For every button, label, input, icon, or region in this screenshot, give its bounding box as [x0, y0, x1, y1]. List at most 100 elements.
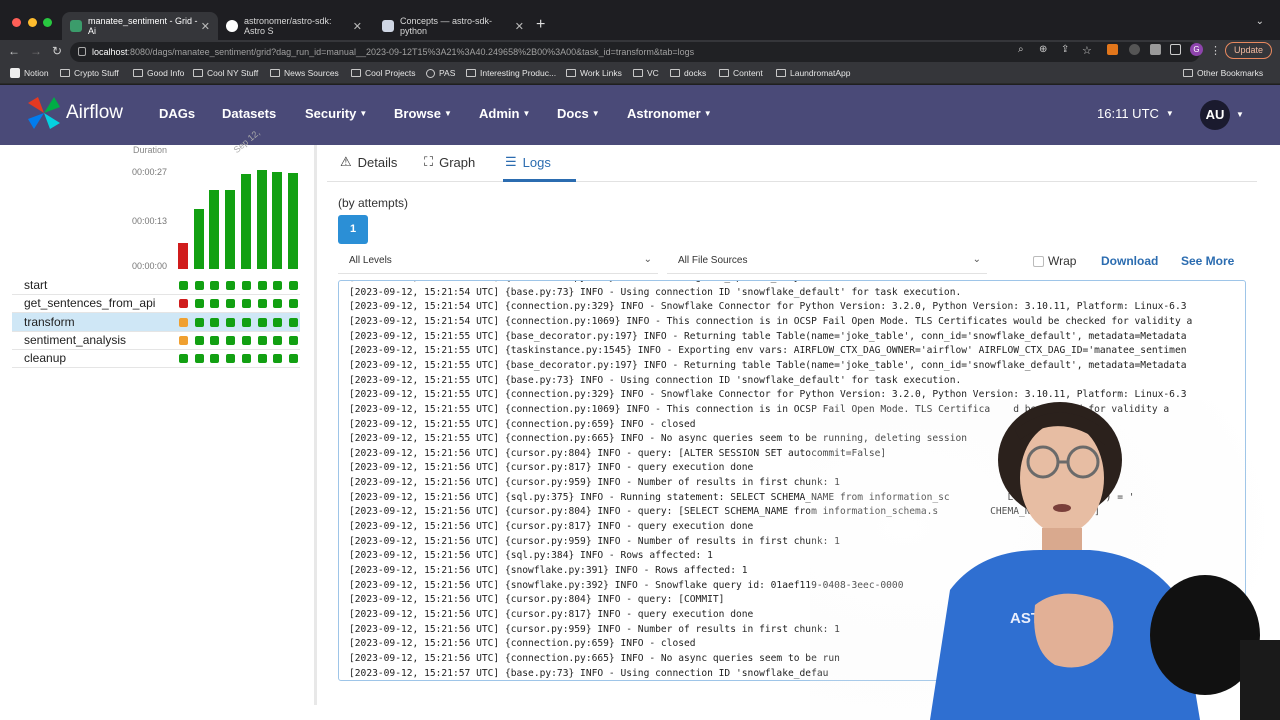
task-instance-square[interactable]: [209, 281, 219, 290]
see-more-button[interactable]: See More: [1181, 254, 1234, 268]
duration-bar[interactable]: [225, 190, 235, 269]
task-instance-square[interactable]: [225, 354, 235, 364]
tab-logs[interactable]: ☰ Logs: [505, 154, 551, 170]
close-window-button[interactable]: [12, 18, 21, 27]
task-row-transform[interactable]: transform: [12, 312, 300, 331]
task-name[interactable]: start: [24, 278, 47, 292]
task-instance-square[interactable]: [194, 354, 204, 364]
site-info-icon[interactable]: [78, 47, 86, 56]
task-instance-square[interactable]: [288, 281, 298, 290]
duration-bar[interactable]: [288, 173, 298, 269]
extension-icon[interactable]: [1129, 44, 1140, 55]
extensions-puzzle-icon[interactable]: [1150, 44, 1161, 55]
bookmark-folder[interactable]: Crypto Stuff: [60, 68, 119, 78]
task-instance-square[interactable]: [272, 281, 282, 290]
nav-datasets[interactable]: Datasets: [222, 106, 276, 121]
wrap-checkbox[interactable]: [1033, 256, 1044, 267]
duration-bar[interactable]: [209, 190, 219, 269]
task-instance-square[interactable]: [178, 299, 188, 309]
task-row-start[interactable]: start: [12, 276, 300, 294]
forward-icon[interactable]: →: [30, 44, 42, 58]
duration-bar[interactable]: [178, 243, 188, 269]
caret-down-icon[interactable]: ▼: [1236, 110, 1244, 119]
bookmark-folder[interactable]: Content: [719, 68, 763, 78]
task-instance-square[interactable]: [257, 299, 267, 309]
task-instance-square[interactable]: [194, 281, 204, 290]
close-tab-icon[interactable]: ✕: [201, 20, 210, 33]
task-instance-square[interactable]: [225, 335, 235, 345]
task-instance-square[interactable]: [225, 299, 235, 309]
task-instance-square[interactable]: [209, 317, 219, 327]
task-instance-square[interactable]: [272, 299, 282, 309]
task-instance-square[interactable]: [209, 299, 219, 309]
task-instance-square[interactable]: [241, 299, 251, 309]
file-source-select[interactable]: All File Sources ⌄: [667, 250, 987, 274]
task-instance-square[interactable]: [241, 317, 251, 327]
share-icon[interactable]: ⇪: [1061, 44, 1069, 55]
task-name[interactable]: sentiment_analysis: [24, 333, 126, 347]
task-name[interactable]: cleanup: [24, 351, 66, 365]
bookmark-folder[interactable]: Cool NY Stuff: [193, 68, 258, 78]
search-icon[interactable]: ⌕: [1018, 44, 1024, 55]
browser-tab-github[interactable]: astronomer/astro-sdk: Astro S ✕: [218, 12, 370, 40]
task-instance-square[interactable]: [194, 299, 204, 309]
timezone-dropdown[interactable]: 16:11 UTC ▼: [1097, 106, 1174, 121]
tab-search-chevron-icon[interactable]: ⌄: [1256, 16, 1264, 27]
tab-details[interactable]: ⚠ Details: [340, 154, 397, 170]
close-tab-icon[interactable]: ✕: [353, 20, 362, 33]
task-instance-square[interactable]: [225, 317, 235, 327]
maximize-window-button[interactable]: [43, 18, 52, 27]
task-instance-square[interactable]: [257, 335, 267, 345]
nav-dags[interactable]: DAGs: [159, 106, 195, 121]
browser-tab-docs[interactable]: Concepts — astro-sdk-python ✕: [374, 12, 532, 40]
tab-graph[interactable]: ⛶ Graph: [424, 154, 475, 170]
task-row-get-sentences-from-api[interactable]: get_sentences_from_api: [12, 294, 300, 312]
other-bookmarks[interactable]: Other Bookmarks: [1183, 68, 1263, 78]
attempt-button[interactable]: 1: [338, 215, 368, 244]
task-instance-square[interactable]: [194, 317, 204, 327]
duration-bar[interactable]: [272, 172, 282, 269]
nav-admin[interactable]: Admin ▼: [479, 106, 530, 121]
bookmark-folder[interactable]: News Sources: [270, 68, 339, 78]
bookmark-folder[interactable]: Work Links: [566, 68, 622, 78]
duration-bar[interactable]: [257, 170, 267, 269]
task-instance-square[interactable]: [178, 354, 188, 364]
duration-bar[interactable]: [194, 209, 204, 269]
task-instance-square[interactable]: [272, 354, 282, 364]
task-instance-square[interactable]: [257, 354, 267, 364]
nav-security[interactable]: Security ▼: [305, 106, 367, 121]
bookmark-folder[interactable]: Cool Projects: [351, 68, 416, 78]
more-menu-icon[interactable]: ⋮: [1210, 44, 1221, 57]
bookmark-star-icon[interactable]: ☆: [1082, 44, 1092, 57]
back-icon[interactable]: ←: [8, 44, 20, 58]
log-level-select[interactable]: All Levels ⌄: [338, 250, 658, 274]
bookmark-folder[interactable]: Good Info: [133, 68, 184, 78]
nav-browse[interactable]: Browse ▼: [394, 106, 452, 121]
task-instance-square[interactable]: [178, 281, 188, 290]
bookmark-notion[interactable]: Notion: [10, 68, 49, 78]
nav-docs[interactable]: Docs ▼: [557, 106, 600, 121]
bookmark-folder[interactable]: VC: [633, 68, 659, 78]
wrap-label[interactable]: Wrap: [1048, 254, 1076, 268]
bookmark-folder[interactable]: Interesting Produc...: [466, 68, 556, 78]
bookmark-pas[interactable]: PAS: [426, 68, 455, 78]
reload-icon[interactable]: ↻: [52, 44, 62, 58]
task-instance-square[interactable]: [257, 281, 267, 290]
task-instance-square[interactable]: [194, 335, 204, 345]
user-avatar[interactable]: AU: [1200, 100, 1230, 130]
profile-avatar[interactable]: G: [1190, 43, 1203, 56]
task-instance-square[interactable]: [272, 317, 282, 327]
task-instance-square[interactable]: [209, 335, 219, 345]
minimize-window-button[interactable]: [28, 18, 37, 27]
duration-bar[interactable]: [241, 174, 251, 269]
task-row-cleanup[interactable]: cleanup: [12, 349, 300, 367]
task-instance-square[interactable]: [241, 354, 251, 364]
airflow-pinwheel-logo-icon[interactable]: [24, 93, 64, 133]
metamask-extension-icon[interactable]: [1107, 44, 1118, 55]
close-tab-icon[interactable]: ✕: [515, 20, 524, 33]
bookmark-folder[interactable]: LaundromatApp: [776, 68, 851, 78]
task-name[interactable]: get_sentences_from_api: [24, 296, 155, 310]
browser-tab-airflow[interactable]: manatee_sentiment - Grid - Ai ✕: [62, 12, 218, 40]
update-button[interactable]: Update: [1224, 42, 1272, 59]
task-instance-square[interactable]: [225, 281, 235, 290]
